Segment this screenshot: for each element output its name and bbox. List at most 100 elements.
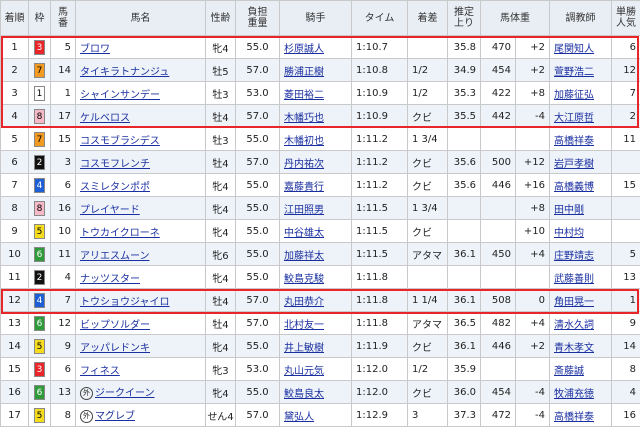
jockey-link[interactable]: 北村友一 [284,320,324,331]
jockey-cell: 丸田恭介 [279,288,352,312]
waku-cell: 8 [28,196,51,220]
trainer-link[interactable]: 角田晃一 [554,297,594,308]
trainer-link[interactable]: 斎藤誠 [554,366,584,377]
horse-name-link[interactable]: コスモブラシデス [80,136,160,147]
waku-cell: 5 [28,403,51,427]
waku-cell: 7 [28,127,51,151]
horse-number-cell: 14 [50,58,76,82]
table-row: 11 2 4 ナッツスター 牝4 55.0 鮫島克駿 1:11.8 武藤善則 13 [0,265,640,289]
horse-name-link[interactable]: コスモフレンチ [80,159,150,170]
horse-number-cell: 6 [50,173,76,197]
trainer-cell: 田中剛 [549,196,612,220]
sex-age-cell: 牡4 [205,311,236,335]
horse-name-cell: トウショウジャイロ [75,288,206,312]
jockey-link[interactable]: 木幡巧也 [284,113,324,124]
jockey-link[interactable]: 嘉藤貴行 [284,182,324,193]
popularity-cell: 13 [611,265,640,289]
horse-name-link[interactable]: ビップソルダー [80,320,150,331]
body-weight-diff-cell: +4 [515,311,550,335]
horse-name-link[interactable]: フィネス [80,366,120,377]
jockey-link[interactable]: 江田照男 [284,205,324,216]
trainer-cell: 斎藤誠 [549,357,612,381]
horse-name-link[interactable]: スミレタンポポ [80,182,150,193]
horse-number-cell: 12 [50,311,76,335]
jockey-link[interactable]: 菱田裕二 [284,90,324,101]
horse-name-link[interactable]: アリエスムーン [80,251,150,262]
table-row: 14 5 9 アッパレドンキ 牝4 55.0 井上敏樹 1:11.9 クビ 36.1 446 +2 青木… [0,334,640,358]
jockey-link[interactable]: 井上敏樹 [284,343,324,354]
jockey-link[interactable]: 勝浦正樹 [284,67,324,78]
trainer-link[interactable]: 武藤善則 [554,274,594,285]
trainer-link[interactable]: 青木孝文 [554,343,594,354]
horse-name-link[interactable]: シャインサンデー [80,90,160,101]
trainer-link[interactable]: 岩戸孝樹 [554,159,594,170]
trainer-link[interactable]: 牧浦充徳 [554,389,594,400]
margin-cell: 1 3/4 [407,196,448,220]
sex-age-cell: 牝4 [205,173,236,197]
trainer-link[interactable]: 加藤征弘 [554,90,594,101]
jockey-link[interactable]: 丹内祐次 [284,159,324,170]
jockey-link[interactable]: 杉原誠人 [284,44,324,55]
jockey-link[interactable]: 黛弘人 [284,412,314,423]
horse-name-link[interactable]: ケルベロス [80,113,130,124]
sex-age-cell: 牡3 [205,81,236,105]
jockey-link[interactable]: 鮫島克駿 [284,274,324,285]
horse-name-link[interactable]: タイキラトナンジュ [80,67,169,78]
time-cell: 1:11.2 [351,150,408,174]
trainer-link[interactable]: 庄野靖志 [554,251,594,262]
waku-badge: 6 [34,315,45,331]
jockey-link[interactable]: 木幡初也 [284,136,324,147]
last3f-cell: 36.1 [447,242,481,266]
weight-cell: 53.0 [235,81,280,105]
trainer-link[interactable]: 尾関知人 [554,44,594,55]
last3f-cell: 35.6 [447,173,481,197]
trainer-link[interactable]: 高橋祥泰 [554,412,594,423]
waku-cell: 2 [28,265,51,289]
popularity-cell: 11 [611,127,640,151]
jockey-link[interactable]: 中谷雄太 [284,228,324,239]
trainer-link[interactable]: 大江原哲 [554,113,594,124]
header-weight: 負担 重量 [235,0,280,36]
header-trainer: 調教師 [549,0,612,36]
jockey-link[interactable]: 加藤祥太 [284,251,324,262]
header-sex-age: 性齢 [205,0,236,36]
jockey-link[interactable]: 丸田恭介 [284,297,324,308]
jockey-link[interactable]: 丸山元気 [284,366,324,377]
time-cell: 1:11.8 [351,311,408,335]
horse-name-cell: ナッツスター [75,265,206,289]
rank-cell: 10 [0,242,29,266]
jockey-cell: 加藤祥太 [279,242,352,266]
sex-age-cell: 牡5 [205,58,236,82]
horse-name-link[interactable]: ナッツスター [80,274,140,285]
horse-number-cell: 10 [50,219,76,243]
horse-name-link[interactable]: ジークイーン [95,388,155,399]
horse-number-cell: 5 [50,35,76,59]
trainer-link[interactable]: 萱野浩二 [554,67,594,78]
trainer-link[interactable]: 高橋祥泰 [554,136,594,147]
horse-name-link[interactable]: マグレブ [95,411,135,422]
rank-cell: 2 [0,58,29,82]
trainer-link[interactable]: 高橋義博 [554,182,594,193]
waku-badge: 5 [34,407,45,423]
horse-name-link[interactable]: トウカイクローネ [80,228,160,239]
jockey-link[interactable]: 鮫島良太 [284,389,324,400]
horse-name-link[interactable]: ブロワ [80,44,110,55]
body-weight-diff-cell: +10 [515,219,550,243]
time-cell: 1:11.5 [351,196,408,220]
table-row: 6 2 3 コスモフレンチ 牡4 57.0 丹内祐次 1:11.2 クビ 35.6 500 +12 岩戸… [0,150,640,174]
trainer-link[interactable]: 田中剛 [554,205,584,216]
horse-name-link[interactable]: トウショウジャイロ [80,297,170,308]
trainer-cell: 武藤善則 [549,265,612,289]
body-weight-cell: 500 [480,150,516,174]
trainer-link[interactable]: 清水久詞 [554,320,594,331]
sex-age-cell: せん4 [205,403,236,427]
horse-name-link[interactable]: プレイヤード [80,205,140,216]
margin-cell: クビ [407,150,448,174]
body-weight-diff-cell: +2 [515,334,550,358]
sex-age-cell: 牝3 [205,357,236,381]
table-row: 1 3 5 ブロワ 牝4 55.0 杉原誠人 1:10.7 35.8 470 +2 尾関知人 6 [0,35,640,59]
sex-age-cell: 牡4 [205,104,236,128]
trainer-link[interactable]: 中村均 [554,228,584,239]
header-horse-number: 馬番 [50,0,76,36]
horse-name-link[interactable]: アッパレドンキ [80,343,150,354]
